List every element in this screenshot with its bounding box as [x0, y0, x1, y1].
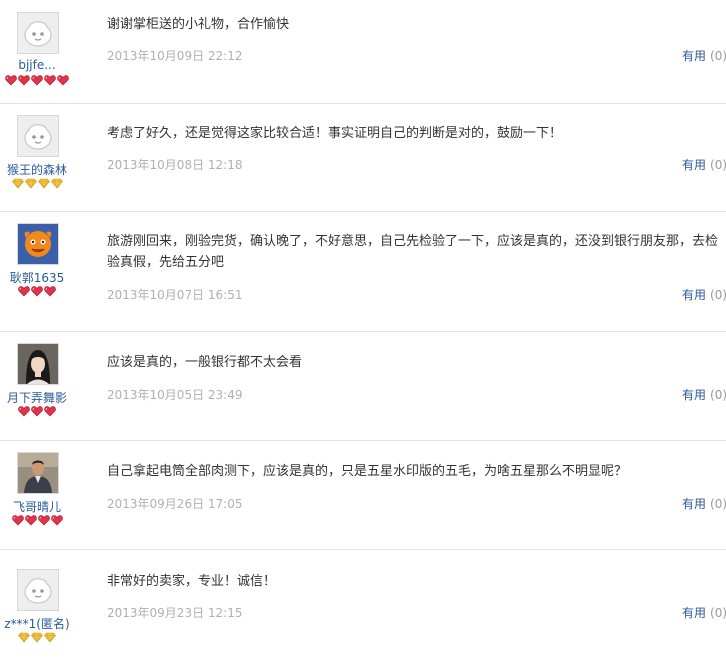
red-heart-icon	[37, 514, 50, 526]
red-heart-icon	[50, 514, 63, 526]
username-link[interactable]: 猴王的森林	[0, 161, 74, 178]
yellow-diamond-icon	[44, 631, 56, 643]
useful-button[interactable]: 有用	[682, 606, 706, 620]
review-item: bjjfe... 谢谢掌柜送的小礼物，合作愉快 2013年10月09日 22:1…	[0, 0, 726, 104]
review-date: 2013年10月08日 12:18	[107, 158, 243, 172]
review-date: 2013年09月26日 17:05	[107, 497, 243, 511]
useful-count: (0)	[710, 497, 726, 511]
buyer-rank-badge	[0, 631, 74, 643]
yellow-diamond-icon	[18, 631, 30, 643]
red-heart-icon	[31, 285, 43, 297]
useful-count: (0)	[710, 49, 726, 63]
useful-button[interactable]: 有用	[682, 288, 706, 302]
red-heart-icon	[11, 514, 24, 526]
buyer-rank-badge	[0, 74, 74, 86]
red-heart-icon	[44, 285, 56, 297]
review-content: 旅游刚回来，刚验完货，确认晚了，不好意思，自己先检验了一下，应该是真的，还没到银…	[107, 234, 719, 270]
useful-button[interactable]: 有用	[682, 49, 706, 63]
username-link[interactable]: 月下弄舞影	[0, 389, 74, 406]
avatar[interactable]	[17, 115, 59, 157]
yellow-diamond-icon	[50, 177, 63, 189]
yellow-diamond-icon	[31, 631, 43, 643]
review-date: 2013年09月23日 12:15	[107, 606, 243, 620]
red-heart-icon	[24, 514, 37, 526]
red-heart-icon	[31, 74, 43, 86]
avatar[interactable]	[17, 452, 59, 494]
avatar[interactable]	[17, 343, 59, 385]
buyer-rank-badge	[0, 405, 74, 417]
useful-vote[interactable]: 有用 (0)	[682, 286, 726, 303]
yellow-diamond-icon	[24, 177, 37, 189]
buyer-rank-badge	[0, 514, 74, 526]
username-link[interactable]: 飞哥晴儿	[0, 498, 74, 515]
yellow-diamond-icon	[11, 177, 24, 189]
useful-button[interactable]: 有用	[682, 388, 706, 402]
avatar[interactable]	[17, 223, 59, 265]
review-item: 猴王的森林 考虑了好久，还是觉得这家比较合适！事实证明自己的判断是对的，鼓励一下…	[0, 103, 726, 212]
review-date: 2013年10月05日 23:49	[107, 388, 243, 402]
username-link[interactable]: bjjfe...	[0, 58, 74, 72]
useful-count: (0)	[710, 606, 726, 620]
review-item: z***1(匿名) 非常好的卖家，专业！诚信！ 2013年09月23日 12:1…	[0, 549, 726, 659]
review-date: 2013年10月09日 22:12	[107, 49, 243, 63]
useful-count: (0)	[710, 288, 726, 302]
review-content: 自己拿起电筒全部肉测下，应该是真的，只是五星水印版的五毛，为啥五星那么不明显呢？	[107, 464, 628, 479]
useful-vote[interactable]: 有用 (0)	[682, 604, 726, 621]
buyer-rank-badge	[0, 285, 74, 297]
username-link[interactable]: z***1(匿名)	[0, 615, 74, 632]
review-content: 谢谢掌柜送的小礼物，合作愉快	[107, 17, 290, 32]
avatar[interactable]	[17, 569, 59, 611]
review-item: 耿郭1635 旅游刚回来，刚验完货，确认晚了，不好意思，自己先检验了一下，应该是…	[0, 211, 726, 332]
useful-count: (0)	[710, 158, 726, 172]
review-item: 飞哥晴儿 自己拿起电筒全部肉测下，应该是真的，只是五星水印版的五毛，为啥五星那么…	[0, 440, 726, 550]
red-heart-icon	[18, 74, 30, 86]
review-item: 月下弄舞影 应该是真的，一般银行都不太会看 2013年10月05日 23:49 …	[0, 331, 726, 441]
red-heart-icon	[44, 74, 56, 86]
username-link[interactable]: 耿郭1635	[0, 269, 74, 286]
useful-button[interactable]: 有用	[682, 497, 706, 511]
useful-vote[interactable]: 有用 (0)	[682, 386, 726, 403]
red-heart-icon	[18, 405, 30, 417]
red-heart-icon	[5, 74, 17, 86]
useful-count: (0)	[710, 388, 726, 402]
useful-vote[interactable]: 有用 (0)	[682, 156, 726, 173]
red-heart-icon	[31, 405, 43, 417]
useful-vote[interactable]: 有用 (0)	[682, 495, 726, 512]
red-heart-icon	[18, 285, 30, 297]
yellow-diamond-icon	[37, 177, 50, 189]
red-heart-icon	[57, 74, 69, 86]
avatar[interactable]	[17, 12, 59, 54]
red-heart-icon	[44, 405, 56, 417]
review-date: 2013年10月07日 16:51	[107, 288, 243, 302]
buyer-rank-badge	[0, 177, 74, 189]
useful-button[interactable]: 有用	[682, 158, 706, 172]
review-content: 考虑了好久，还是觉得这家比较合适！事实证明自己的判断是对的，鼓励一下！	[107, 126, 563, 141]
review-content: 应该是真的，一般银行都不太会看	[107, 355, 303, 370]
review-content: 非常好的卖家，专业！诚信！	[107, 574, 277, 589]
useful-vote[interactable]: 有用 (0)	[682, 47, 726, 64]
